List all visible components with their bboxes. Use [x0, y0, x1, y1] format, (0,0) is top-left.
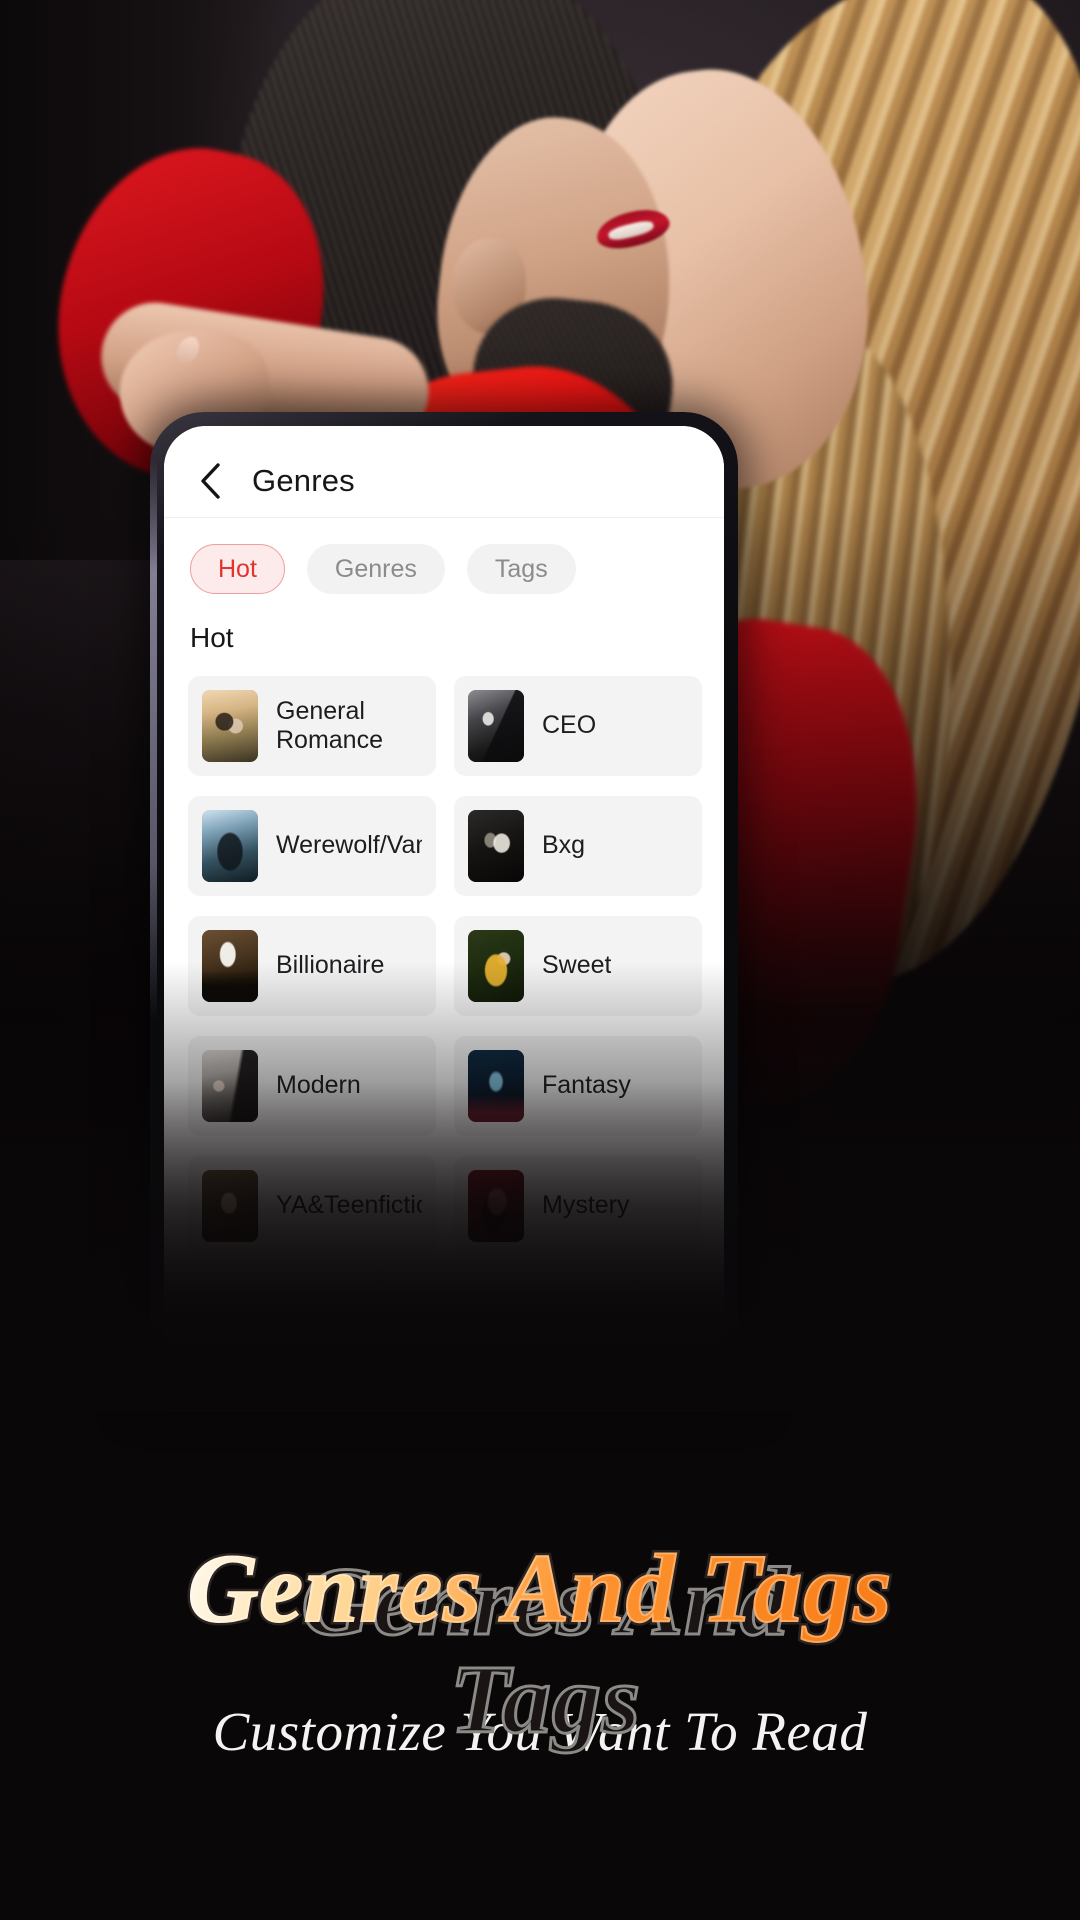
tab-tags[interactable]: Tags — [466, 544, 576, 594]
headline-fill-layer: Genres And Tags — [187, 1535, 893, 1643]
headline-outline-layer: Genres And Tags — [184, 1535, 895, 1643]
genre-card-billionaire[interactable]: Billionaire — [188, 916, 436, 1016]
tab-hot[interactable]: Hot — [190, 544, 285, 594]
genre-card-ya-teenfiction[interactable]: YA&Teenfiction — [188, 1156, 436, 1256]
app-bar: Genres — [164, 426, 724, 518]
genre-card-modern[interactable]: Modern — [188, 1036, 436, 1136]
genre-card-bxg[interactable]: Bxg — [454, 796, 702, 896]
headline-shadow-layer: Genres And Tags — [300, 1548, 790, 1754]
genre-label: Bxg — [542, 831, 586, 860]
phone-frame: Genres Hot Genres Tags Hot General Roman… — [150, 412, 738, 1392]
genre-grid: General Romance CEO Werewolf/Va Bxg Bill… — [164, 654, 724, 1256]
tab-genres[interactable]: Genres — [306, 544, 445, 594]
promo-headline-wrap: Genres And Tags Genres And Tags Genres A… — [0, 1535, 1080, 1751]
genre-card-general-romance[interactable]: General Romance — [188, 676, 436, 776]
genre-card-ceo[interactable]: CEO — [454, 676, 702, 776]
teen-couple-thumb — [202, 1170, 258, 1242]
genre-label: Sweet — [542, 951, 612, 980]
genre-label: YA&Teenfiction — [276, 1191, 422, 1220]
genre-card-sweet[interactable]: Sweet — [454, 916, 702, 1016]
man-white-shirt-thumb — [202, 930, 258, 1002]
woman-lips — [592, 203, 674, 255]
genre-card-mystery[interactable]: Mystery — [454, 1156, 702, 1256]
filter-chip-row: Hot Genres Tags — [164, 518, 724, 594]
red-smoke-figure-thumb — [468, 1170, 524, 1242]
couple-dancing-field-thumb — [202, 690, 258, 762]
promo-subtitle: Customize You Want To Read — [212, 1701, 868, 1762]
man-hair — [230, 0, 670, 468]
genre-label: General Romance — [276, 696, 383, 754]
woman-yellow-dress-thumb — [468, 930, 524, 1002]
neon-blue-figure-thumb — [468, 1050, 524, 1122]
man-ear — [452, 238, 526, 334]
woman-fingernail — [172, 332, 204, 368]
section-title-hot: Hot — [164, 594, 724, 654]
masked-couple-thumb — [468, 810, 524, 882]
genre-label: Modern — [276, 1071, 361, 1100]
promo-screenshot: Genres Hot Genres Tags Hot General Roman… — [0, 0, 1080, 1920]
genre-label: CEO — [542, 711, 597, 740]
genre-label: Werewolf/Vampire — [276, 831, 422, 860]
wedding-crowd-thumb — [202, 1050, 258, 1122]
page-title: Genres — [252, 462, 355, 498]
genre-card-werewolf-vampire[interactable]: Werewolf/Vampire — [188, 796, 436, 896]
phone-mockup: Genres Hot Genres Tags Hot General Roman… — [90, 412, 798, 1412]
genre-label: Mystery — [542, 1191, 630, 1220]
genre-label: Fantasy — [542, 1071, 631, 1100]
woman-teeth — [607, 218, 655, 243]
back-icon[interactable] — [190, 461, 230, 501]
dark-fantasy-woman-thumb — [202, 810, 258, 882]
genre-card-fantasy[interactable]: Fantasy — [454, 1036, 702, 1136]
phone-screen: Genres Hot Genres Tags Hot General Roman… — [164, 426, 724, 1392]
promo-headline: Genres And Tags Genres And Tags Genres A… — [184, 1535, 895, 1751]
genre-label: Billionaire — [276, 951, 385, 980]
man-suit-chair-thumb — [468, 690, 524, 762]
man-face — [423, 106, 687, 460]
chevron-left-icon — [201, 462, 220, 499]
